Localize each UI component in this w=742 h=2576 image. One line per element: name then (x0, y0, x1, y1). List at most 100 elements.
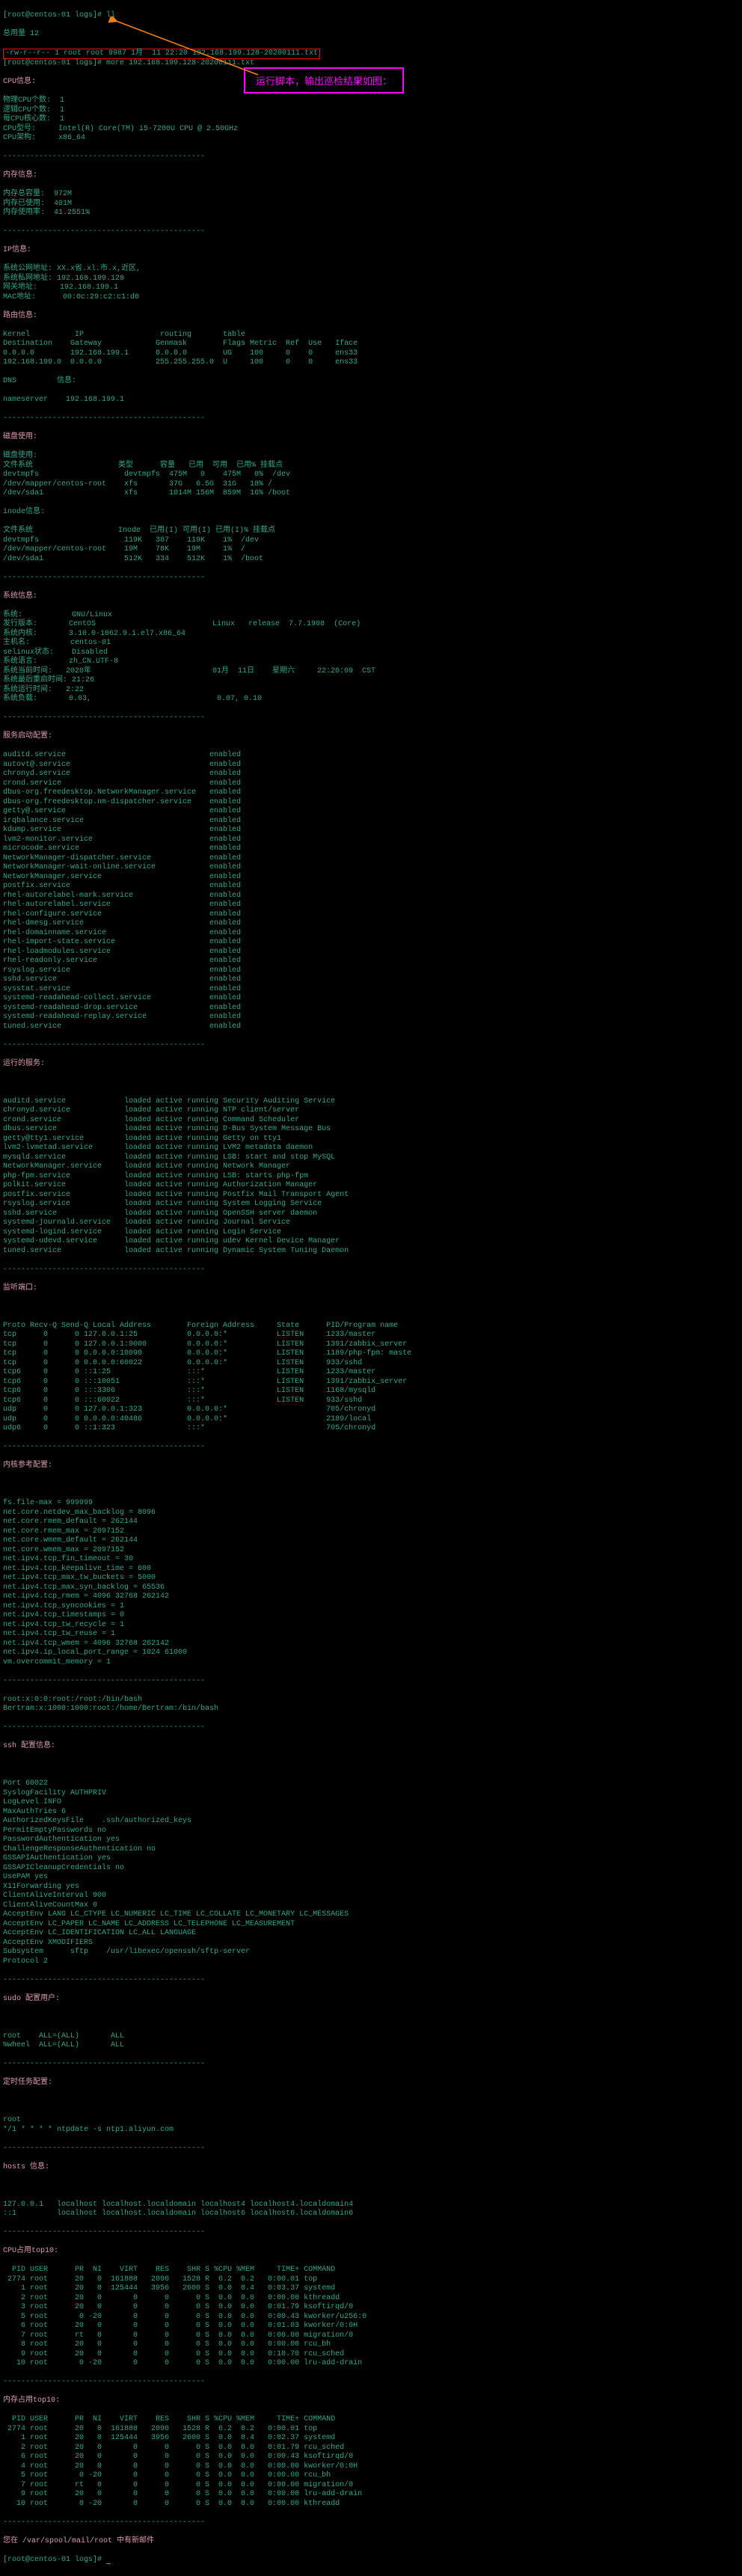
output-line: 5 root 0 -20 0 0 0 S 0.0 0.0 0:00.00 rcu… (3, 2471, 416, 2481)
output-line: 逻辑CPU个数: 1 (3, 106, 416, 116)
disk-header: 磁盘使用: (3, 433, 416, 443)
output-line: net.ipv4.ip_local_port_range = 1024 6100… (3, 1649, 416, 1658)
output-line: dbus-org.freedesktop.nm-dispatcher.servi… (3, 798, 416, 808)
output-line: selinux状态: Disabled (3, 648, 416, 658)
output-line: kdump.service enabled (3, 826, 416, 835)
output-line: AcceptEnv XMODIFIERS (3, 1939, 416, 1948)
final-prompt[interactable]: [root@centos-01 logs]# █ (3, 2556, 416, 2566)
output-line: Subsystem sftp /usr/libexec/openssh/sftp… (3, 1948, 416, 1957)
output-line: 系统: GNU/Linux (3, 611, 416, 621)
output-line: rhel-import-state.service enabled (3, 938, 416, 948)
output-line: rhel-readonly.service enabled (3, 957, 416, 966)
output-line: 物理CPU个数: 1 (3, 96, 416, 106)
output-line: PasswordAuthentication yes (3, 1836, 416, 1845)
output-line: rhel-autorelabel.service enabled (3, 901, 416, 910)
svc-block: auditd.service enabledautovt@.service en… (3, 751, 416, 1031)
output-line: Kernel IP routing table (3, 331, 416, 340)
output-line: /dev/sda1 512K 334 512K 1% /boot (3, 555, 416, 565)
output-line: 系统运行时间: 2:22 (3, 686, 416, 696)
mem-top-header: 内存占用top10: (3, 2396, 416, 2406)
output-line: 127.0.0.1 localhost localhost.localdomai… (3, 2201, 416, 2210)
running-header: 运行的服务: (3, 1060, 416, 1070)
sys-header: 系统信息: (3, 592, 416, 602)
divider: ----------------------------------------… (3, 2144, 416, 2154)
listen-block: Proto Recv-Q Send-Q Local Address Foreig… (3, 1322, 416, 1434)
output-line: vm.overcommit_memory = 1 (3, 1658, 416, 1668)
output-line: systemd-readahead-replay.service enabled (3, 1013, 416, 1022)
dns-line: nameserver 192.168.199.1 (3, 396, 416, 405)
output-line: postfix.service loaded active running Po… (3, 1191, 416, 1200)
divider: ----------------------------------------… (3, 2228, 416, 2238)
output-line: autovt@.service enabled (3, 761, 416, 770)
output-line: dbus-org.freedesktop.NetworkManager.serv… (3, 788, 416, 798)
blank (3, 1303, 416, 1313)
output-line: 每CPU核心数: 1 (3, 115, 416, 125)
cpu-top-block: PID USER PR NI VIRT RES SHR S %CPU %MEM … (3, 2266, 416, 2369)
output-line: Proto Recv-Q Send-Q Local Address Foreig… (3, 1322, 416, 1331)
dns-header: DNS 信息: (3, 377, 416, 387)
output-line: tcp6 0 0 ::1:25 :::* LISTEN 1233/master (3, 1368, 416, 1378)
output-line: udp6 0 0 ::1:323 :::* 705/chronyd (3, 1424, 416, 1434)
output-line: systemd-journald.service loaded active r… (3, 1218, 416, 1228)
output-line: tuned.service loaded active running Dyna… (3, 1247, 416, 1257)
file-listing-highlight: -rw-r--r-- 1 root root 9987 1月 11 22:20 … (3, 49, 320, 60)
output-line: PermitEmptyPasswords no (3, 1827, 416, 1836)
divider: ----------------------------------------… (3, 1723, 416, 1733)
output-line: 内存使用率: 41.2551% (3, 209, 416, 218)
output-line: 2774 root 20 0 161888 2096 1528 R 6.2 0.… (3, 2425, 416, 2435)
output-line: SyslogFacility AUTHPRIV (3, 1789, 416, 1799)
output-line: Port 60022 (3, 1779, 416, 1789)
output-line: NetworkManager.service enabled (3, 873, 416, 883)
output-line: 7 root rt 0 0 0 0 S 0.0 0.0 0:00.00 migr… (3, 2331, 416, 2341)
mem-top-block: PID USER PR NI VIRT RES SHR S %CPU %MEM … (3, 2415, 416, 2509)
divider: ----------------------------------------… (3, 1976, 416, 1986)
output-line: PID USER PR NI VIRT RES SHR S %CPU %MEM … (3, 2415, 416, 2425)
output-line: NetworkManager.service loaded active run… (3, 1162, 416, 1172)
output-line: CPU架构: x86_64 (3, 134, 416, 144)
output-line: tcp 0 0 127.0.0.1:25 0.0.0.0:* LISTEN 12… (3, 1331, 416, 1340)
output-line: net.core.rmem_max = 2097152 (3, 1527, 416, 1537)
output-line: 3 root 20 0 0 0 0 S 0.0 0.0 0:01.79 ksof… (3, 2303, 416, 2313)
output-line: udp 0 0 127.0.0.1:323 0.0.0.0:* 705/chro… (3, 1405, 416, 1415)
output-line: mysqld.service loaded active running LSB… (3, 1153, 416, 1163)
output-line: 文件系统 类型 容量 已用 可用 已用% 挂载点 (3, 461, 416, 471)
output-line: net.ipv4.tcp_syncookies = 1 (3, 1602, 416, 1612)
output-line: microcode.service enabled (3, 844, 416, 854)
sudo-header: sudo 配置用户: (3, 1995, 416, 2005)
output-line: sshd.service loaded active running OpenS… (3, 1209, 416, 1219)
output-line: 发行版本: CentOS Linux release 7.7.1908 (Cor… (3, 620, 416, 630)
output-line: auditd.service enabled (3, 751, 416, 761)
output-line: tcp 0 0 127.0.0.1:9000 0.0.0.0:* LISTEN … (3, 1340, 416, 1350)
output-line: GSSAPICleanupCredentials no (3, 1864, 416, 1874)
hosts-header: hosts 信息: (3, 2163, 416, 2173)
output-line: 2774 root 20 0 161888 2096 1528 R 6.2 0.… (3, 2275, 416, 2285)
output-line: rhel-configure.service enabled (3, 910, 416, 920)
output-line: CPU型号: Intel(R) Core(TM) i5-7200U CPU @ … (3, 125, 416, 135)
output-line: 0.0.0.0 192.168.199.1 0.0.0.0 UG 100 0 0… (3, 349, 416, 359)
output-line: 系统最后重启时间: 21:26 (3, 676, 416, 686)
output-line: 系统负载: 0.03, 0.07, 0.10 (3, 695, 416, 705)
output-line: systemd-udevd.service loaded active runn… (3, 1237, 416, 1247)
divider: ----------------------------------------… (3, 2378, 416, 2388)
ssh-header: ssh 配置信息: (3, 1742, 416, 1752)
total-line: 总用量 12 (3, 30, 416, 40)
hosts-block: 127.0.0.1 localhost localhost.localdomai… (3, 2201, 416, 2219)
output-line: rhel-domainname.service enabled (3, 929, 416, 939)
output-line: 2 root 20 0 0 0 0 S 0.0 0.0 0:00.00 kthr… (3, 2294, 416, 2304)
output-line: 主机名: centos-01 (3, 639, 416, 648)
output-line: getty@.service enabled (3, 807, 416, 817)
disk-block: 磁盘使用:文件系统 类型 容量 已用 可用 已用% 挂载点devtmpfs de… (3, 452, 416, 499)
route-block: Kernel IP routing tableDestination Gatew… (3, 331, 416, 368)
output-line: AcceptEnv LC_PAPER LC_NAME LC_ADDRESS LC… (3, 1920, 416, 1930)
output-line: ::1 localhost localhost.localdomain loca… (3, 2209, 416, 2219)
prompt-line-1: [root@centos-01 logs]# ll (3, 11, 416, 21)
output-line: postfix.service enabled (3, 882, 416, 892)
ip-info-header: IP信息: (3, 246, 416, 256)
output-line: MAC地址: 00:0c:29:c2:c1:d0 (3, 293, 416, 303)
output-line: 9 root 20 0 0 0 0 S 0.0 0.0 0:00.00 lru-… (3, 2490, 416, 2500)
output-line: net.core.rmem_default = 262144 (3, 1518, 416, 1527)
divider: ----------------------------------------… (3, 2518, 416, 2528)
divider: ----------------------------------------… (3, 153, 416, 162)
blank (3, 1761, 416, 1770)
output-line: tuned.service enabled (3, 1022, 416, 1032)
